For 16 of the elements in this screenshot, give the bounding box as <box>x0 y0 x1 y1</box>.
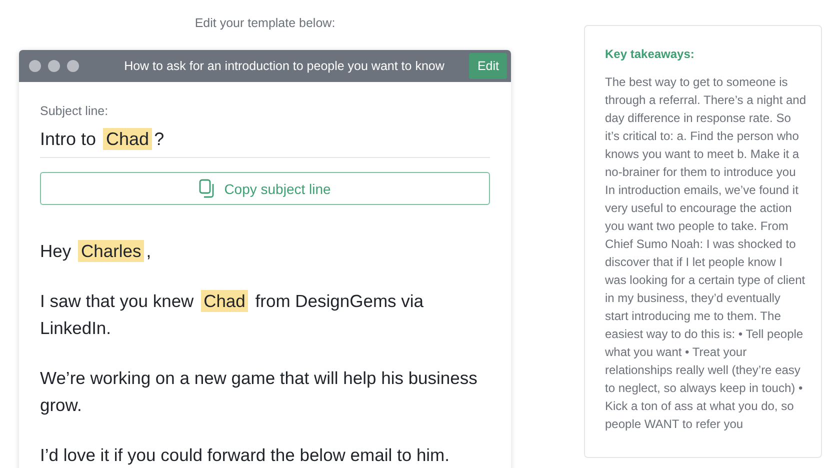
copy-icon <box>199 179 216 198</box>
copy-subject-button[interactable]: Copy subject line <box>40 172 490 205</box>
email-paragraph: We’re working on a new game that will help his business grow. <box>40 367 478 417</box>
email-paragraph: Hey Charles , <box>40 239 152 264</box>
window-dot-icon <box>48 60 60 72</box>
takeaways-heading: Key takeaways: <box>605 47 696 61</box>
takeaways-text: The best way to get to someone is through a referral. There’s a night and day difference in response rate. So it’s critical to: a. Find the person who knows you want to meet b. Make it a no-brainer for them to introduce you In introduction emails, we’ve found it very useful to encourage the action you want two people to take. From Chief Sumo Noah: I was shocked to discover that if I let people know I was looking for a certain type of client in my business, they’d eventually start introducing me to them. The easiest way to do this is: • Tell people what you want • Treat your relationships really well (they’re easy to neglect, so always keep in touch) • Kick a ton of ass at what you do, so people WANT to refer you <box>605 74 807 433</box>
subject-label: Subject line: <box>40 104 110 118</box>
window-title: How to ask for an introduction to people you want to know <box>123 59 446 73</box>
window-dot-icon <box>29 60 41 72</box>
page-heading: Edit your template below: <box>194 16 336 30</box>
subject-line-text: Intro to Chad ? <box>40 126 490 158</box>
email-paragraph: I saw that you knew Chad from DesignGems via LinkedIn. <box>40 289 425 340</box>
email-paragraph: I’d love it if you could forward the below email to him. <box>40 444 450 467</box>
edit-button[interactable]: Edit <box>469 53 507 79</box>
window-dot-icon <box>67 60 79 72</box>
